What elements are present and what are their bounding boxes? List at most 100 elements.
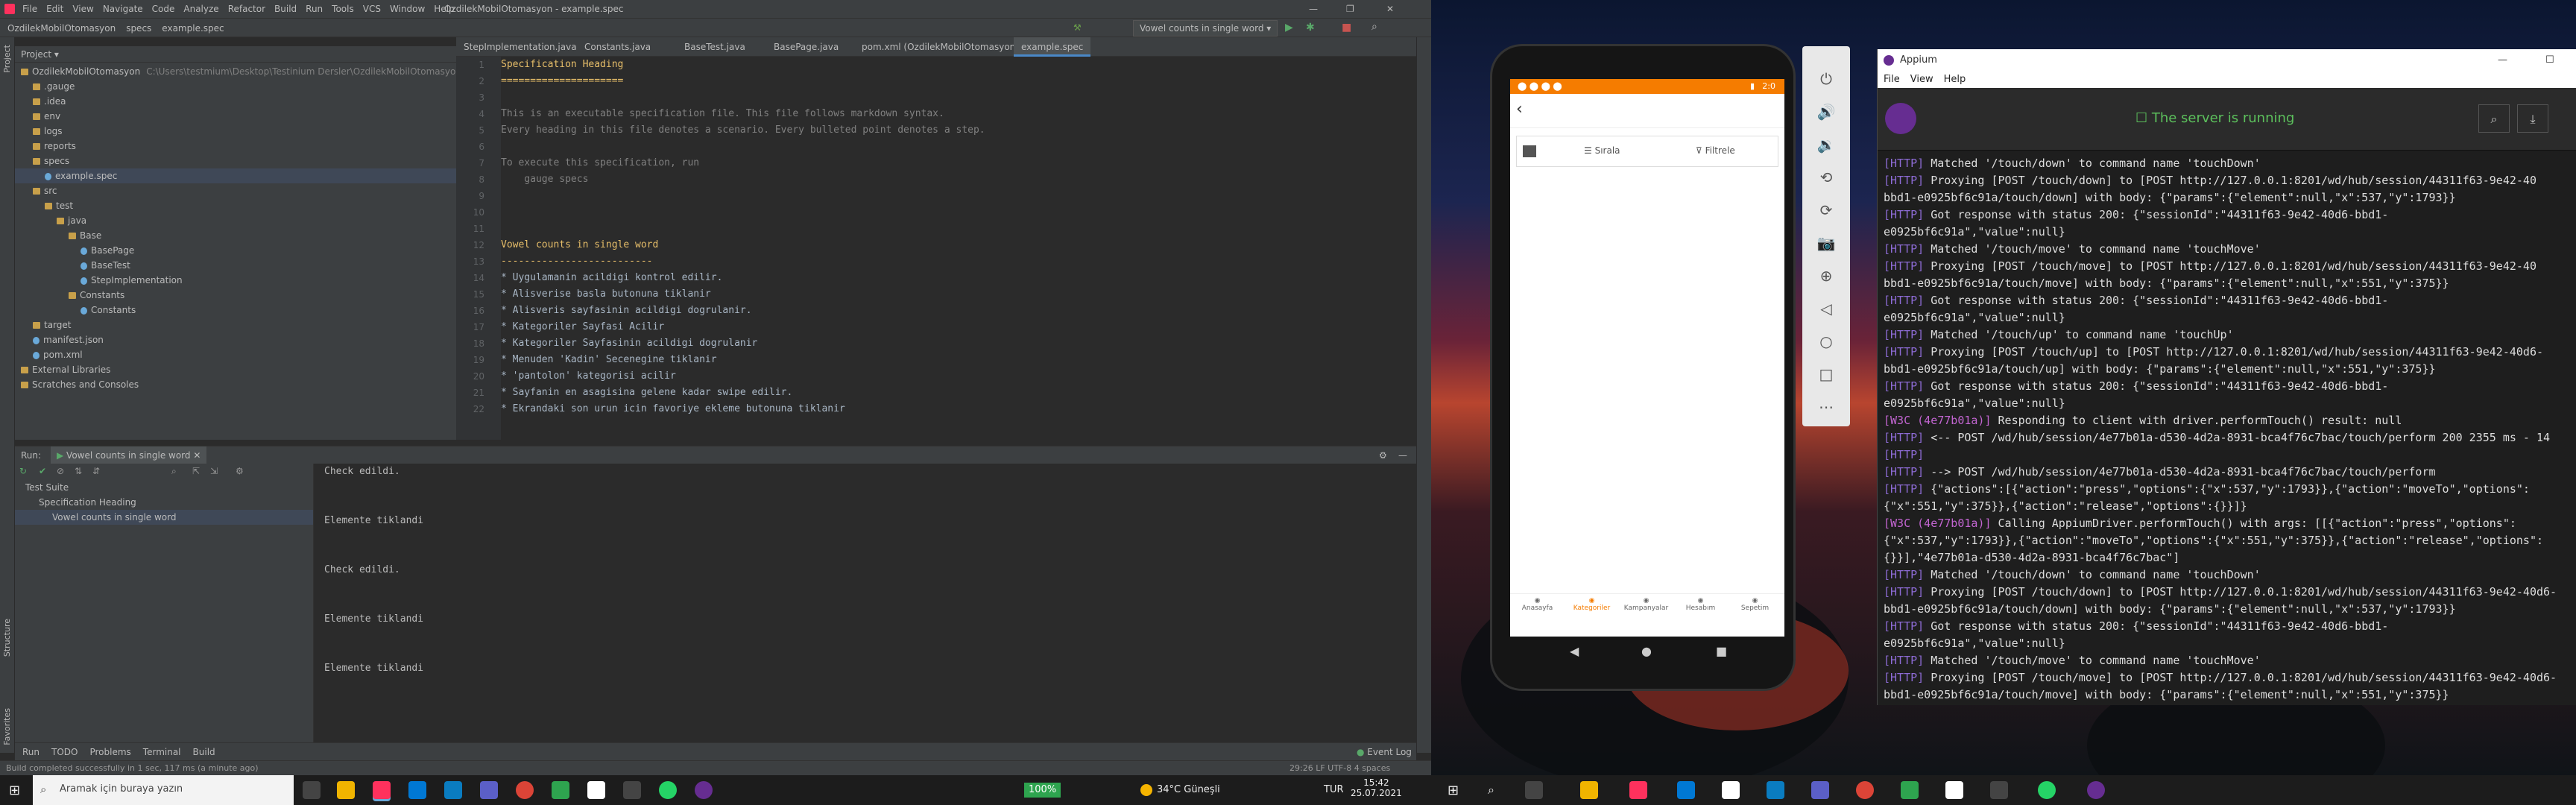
search-icon-2[interactable]: ⌕ — [1488, 783, 1494, 798]
mail-icon[interactable] — [408, 781, 426, 799]
tree-item[interactable]: OzdilekMobilOtomasyon C:\Users\testmium\D… — [15, 64, 456, 79]
editor-tab[interactable]: StepImplementation.java — [456, 37, 584, 57]
weather[interactable]: 34°C Güneşli — [1157, 784, 1220, 795]
appium-taskbar-icon-2[interactable] — [2087, 781, 2105, 799]
camera-icon[interactable]: 📷 — [1802, 227, 1850, 259]
tree-item[interactable]: BaseTest — [15, 258, 456, 273]
tree-item[interactable]: src — [15, 183, 456, 198]
breadcrumb-item[interactable]: OzdilekMobilOtomasyon — [7, 19, 116, 38]
test-node[interactable]: Vowel counts in single word — [15, 510, 313, 525]
run-tab[interactable]: ▶ Vowel counts in single word ✕ — [51, 446, 207, 464]
battery-indicator[interactable]: 100% — [1024, 783, 1061, 798]
hammer-icon[interactable]: ⚒ — [1073, 22, 1082, 33]
project-tool-tab[interactable]: Project — [2, 45, 12, 73]
back-arrow-icon[interactable]: ‹ — [1516, 100, 1523, 119]
breadcrumb-item[interactable]: specs — [126, 19, 151, 38]
search-logs-button[interactable]: ⌕ — [2478, 104, 2510, 133]
zoom-icon[interactable]: ⊕ — [1802, 259, 1850, 292]
menu-build[interactable]: Build — [274, 0, 297, 18]
sort-button[interactable]: ☰ Sırala — [1584, 145, 1620, 156]
sort-duration-icon[interactable]: ⇵ — [92, 466, 100, 476]
monitor-icon[interactable] — [623, 781, 641, 799]
tree-item[interactable]: java — [15, 213, 456, 228]
menu-navigate[interactable]: Navigate — [103, 0, 143, 18]
appium-menu-file[interactable]: File — [1884, 74, 1900, 85]
task-view-icon-2[interactable] — [1525, 781, 1543, 799]
bottom-tab-todo[interactable]: TODO — [51, 743, 78, 761]
nav-item-2[interactable]: ◉ Kampanyalar — [1619, 597, 1673, 612]
menu-edit[interactable]: Edit — [46, 0, 63, 18]
editor-tab[interactable]: example.spec — [1014, 37, 1091, 57]
editor-tab[interactable]: BasePage.java — [766, 37, 846, 57]
rotate-left-icon[interactable]: ⟲ — [1802, 161, 1850, 194]
settings-icon[interactable]: ⚙ — [236, 466, 244, 476]
appium-taskbar-icon[interactable] — [695, 781, 713, 799]
editor-tab[interactable]: Constants.java — [577, 37, 658, 57]
search-icon[interactable]: ⌕ — [1371, 21, 1377, 33]
more-icon[interactable]: ⋯ — [1802, 391, 1850, 423]
nav-item-4[interactable]: ◉ Sepetim — [1728, 597, 1782, 612]
monitor-icon-2[interactable] — [1990, 781, 2008, 799]
editor-tab[interactable]: pom.xml (OzdilekMobilOtomasyon) — [854, 37, 1026, 57]
run-icon[interactable]: ▶ — [1285, 22, 1293, 34]
export-icon[interactable]: ⇱ — [192, 466, 200, 476]
gear-icon[interactable]: ⚙ — [1379, 446, 1387, 464]
taskbar-search[interactable]: ⌕ Aramak için buraya yazın — [33, 775, 294, 805]
appium-log[interactable]: [HTTP] Matched '/touch/down' to command … — [1884, 155, 2576, 704]
tree-item[interactable]: logs — [15, 124, 456, 139]
file-explorer-icon[interactable] — [337, 781, 355, 799]
test-node[interactable]: Test Suite — [15, 480, 313, 495]
rotate-right-icon[interactable]: ⟳ — [1802, 194, 1850, 227]
clock[interactable]: 15:42 25.07.2021 — [1351, 777, 1402, 798]
tree-item[interactable]: Base — [15, 228, 456, 243]
bottom-tab-run[interactable]: Run — [22, 743, 40, 761]
menu-analyze[interactable]: Analyze — [183, 0, 218, 18]
tree-item[interactable]: StepImplementation — [15, 273, 456, 288]
menu-code[interactable]: Code — [152, 0, 175, 18]
appium-menu-view[interactable]: View — [1910, 74, 1933, 85]
zoom-icon[interactable]: ⌕ — [171, 466, 177, 477]
appium-menu-help[interactable]: Help — [1944, 74, 1966, 85]
show-ignored-icon[interactable]: ⊘ — [57, 466, 64, 476]
structure-tool-tab[interactable]: Structure — [2, 619, 12, 657]
intellij-taskbar-icon[interactable] — [373, 781, 391, 799]
windows-start-icon-2[interactable]: ⊞ — [1448, 783, 1459, 798]
tree-item[interactable]: pom.xml — [15, 347, 456, 362]
android-back-icon[interactable]: ◀ — [1570, 644, 1579, 658]
run-config-select[interactable]: Vowel counts in single word ▾ — [1133, 20, 1278, 37]
edge-icon-2[interactable] — [1767, 781, 1784, 799]
hide-icon[interactable]: — — [1398, 446, 1407, 464]
tree-item[interactable]: .idea — [15, 94, 456, 109]
overview-icon[interactable]: □ — [1802, 358, 1850, 391]
test-node[interactable]: Specification Heading — [15, 495, 313, 510]
whatsapp-icon[interactable] — [659, 781, 677, 799]
teams-icon-2[interactable] — [1811, 781, 1829, 799]
nav-item-0[interactable]: ◉ Anasayfa — [1510, 597, 1565, 612]
intellij-taskbar-icon-2[interactable] — [1629, 781, 1647, 799]
nav-item-3[interactable]: ◉ Hesabım — [1673, 597, 1728, 612]
whatsapp-icon-2[interactable] — [2038, 781, 2056, 799]
menu-refactor[interactable]: Refactor — [228, 0, 265, 18]
stop-icon[interactable]: ■ — [1342, 22, 1351, 34]
mail-icon-2[interactable] — [1677, 781, 1695, 799]
menu-run[interactable]: Run — [306, 0, 323, 18]
tree-item[interactable]: Constants — [15, 288, 456, 303]
android-recents-icon[interactable]: ■ — [1716, 644, 1727, 658]
event-log-button[interactable]: ● Event Log — [1357, 743, 1412, 761]
menu-tools[interactable]: Tools — [332, 0, 354, 18]
filter-button[interactable]: ⊽ Filtrele — [1696, 145, 1735, 156]
nav-item-1[interactable]: ◉ Kategoriler — [1565, 597, 1619, 612]
debug-icon[interactable]: ✱ — [1306, 22, 1315, 34]
edge-icon[interactable] — [444, 781, 462, 799]
rerun-icon[interactable]: ↻ — [19, 466, 27, 476]
notepad-icon[interactable] — [552, 781, 569, 799]
bottom-tab-problems[interactable]: Problems — [89, 743, 130, 761]
back-icon[interactable]: ◁ — [1802, 292, 1850, 325]
teams-icon[interactable] — [480, 781, 498, 799]
show-passed-icon[interactable]: ✔ — [39, 466, 46, 476]
menu-view[interactable]: View — [72, 0, 93, 18]
tree-item[interactable]: test — [15, 198, 456, 213]
favorites-tool-tab[interactable]: Favorites — [2, 708, 12, 745]
chrome-icon-2[interactable] — [1856, 781, 1874, 799]
minimize-button[interactable]: — — [1309, 0, 1318, 18]
